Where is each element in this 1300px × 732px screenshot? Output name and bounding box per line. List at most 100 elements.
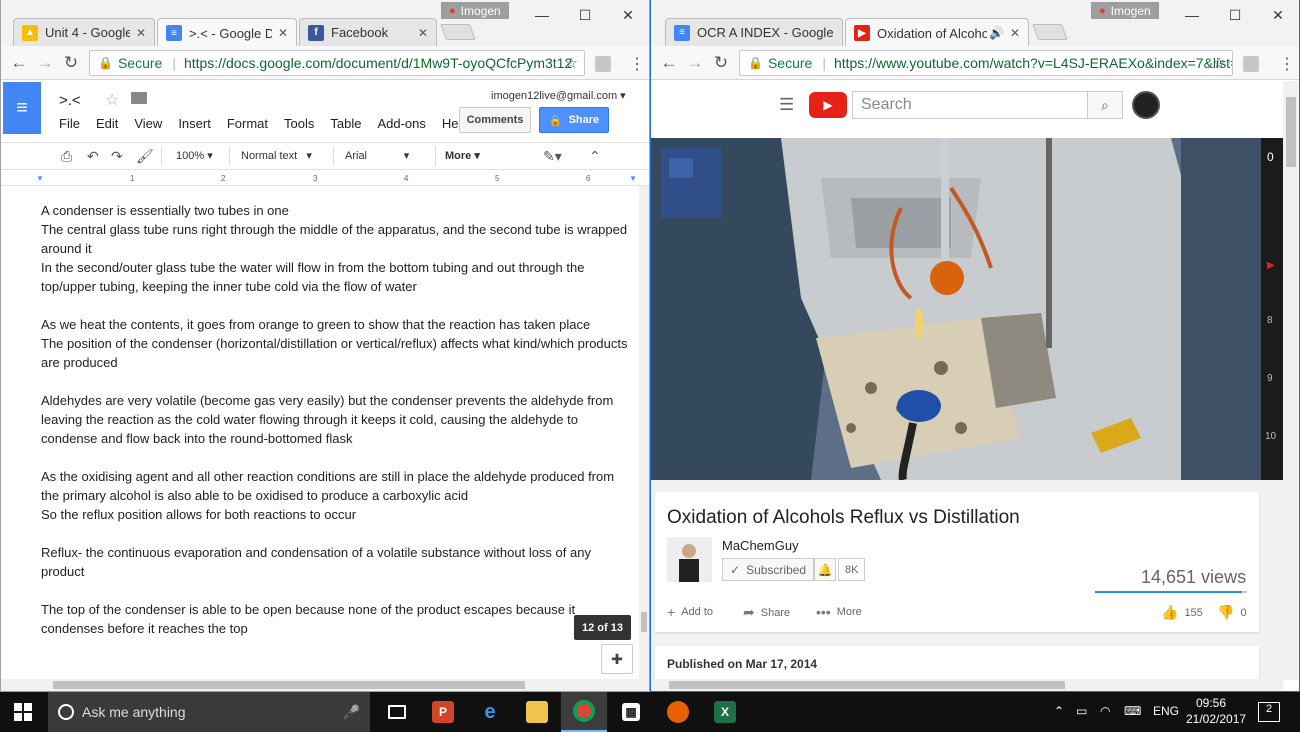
system-clock[interactable]: 09:56 21/02/2017 <box>1186 695 1246 727</box>
forward-icon[interactable]: → <box>35 53 55 73</box>
close-window-button[interactable]: ✕ <box>605 0 649 30</box>
tab-ocr-index[interactable]: ≡ OCR A INDEX - Google D <box>665 18 843 46</box>
new-tab-button[interactable] <box>1032 24 1068 40</box>
doc-paragraph[interactable]: Reflux- the continuous evaporation and c… <box>41 543 631 581</box>
indent-marker-icon[interactable]: ▼ <box>36 174 44 183</box>
bookmark-star-icon[interactable]: ☆ <box>1213 54 1226 72</box>
bookmark-star-icon[interactable]: ☆ <box>565 54 578 72</box>
more-actions-button[interactable]: ••• More <box>816 604 862 620</box>
document-canvas[interactable]: A condenser is essentially two tubes in … <box>1 186 641 680</box>
extension-icon[interactable] <box>1243 56 1259 72</box>
doc-horizontal-scrollbar[interactable] <box>1 679 649 691</box>
star-document-icon[interactable]: ☆ <box>105 90 119 110</box>
audio-playing-icon[interactable]: 🔊 <box>989 26 1004 40</box>
new-tab-button[interactable] <box>440 24 476 40</box>
undo-icon[interactable]: ↶ <box>87 148 99 165</box>
like-button[interactable]: 👍 155 <box>1161 604 1203 621</box>
playlist-number[interactable]: 10 <box>1265 431 1276 442</box>
user-avatar[interactable] <box>1132 91 1160 119</box>
add-to-button[interactable]: + Add to <box>667 604 713 620</box>
tab-facebook[interactable]: f Facebook ✕ <box>299 18 437 46</box>
windows-start-icon[interactable] <box>14 703 32 721</box>
microphone-icon[interactable]: 🎤 <box>343 704 360 721</box>
address-bar[interactable]: 🔒 Secure | https://www.youtube.com/watch… <box>739 50 1233 76</box>
share-video-button[interactable]: ➦ Share <box>743 604 790 621</box>
taskbar-excel[interactable]: X <box>702 692 748 732</box>
back-icon[interactable]: ← <box>9 53 29 73</box>
taskbar-store[interactable]: ▦ <box>608 692 654 732</box>
tab-youtube-active[interactable]: ▶ Oxidation of Alcohols 🔊 ✕ <box>845 18 1029 47</box>
doc-paragraph[interactable]: The central glass tube runs right throug… <box>41 220 631 258</box>
youtube-logo-icon[interactable]: ▶ <box>809 92 847 118</box>
add-comment-icon[interactable]: ✚ <box>601 644 633 674</box>
device-icon[interactable]: ▭ <box>1076 704 1087 718</box>
subscribe-button[interactable]: ✓ Subscribed <box>722 558 815 581</box>
input-language[interactable]: ENG <box>1153 704 1179 718</box>
close-tab-icon[interactable]: ✕ <box>1010 26 1020 40</box>
share-button[interactable]: 🔒 Share <box>539 107 609 133</box>
taskbar-chrome[interactable] <box>561 692 607 732</box>
notification-bell-icon[interactable]: 🔔 <box>814 558 836 581</box>
doc-paragraph[interactable]: So the reflux position allows for both r… <box>41 505 631 524</box>
account-email[interactable]: imogen12live@gmail.com ▾ <box>491 89 626 102</box>
reload-icon[interactable]: ↻ <box>61 53 81 73</box>
folder-icon[interactable] <box>131 92 147 104</box>
minimize-button[interactable]: — <box>519 0 565 30</box>
wifi-icon[interactable]: ◠ <box>1100 704 1110 718</box>
doc-vertical-scrollbar[interactable] <box>639 186 649 680</box>
minimize-button[interactable]: — <box>1169 0 1215 30</box>
doc-paragraph[interactable]: Aldehydes are very volatile (become gas … <box>41 391 631 448</box>
tab-docs-active[interactable]: ≡ >.< - Google Do ✕ <box>157 18 297 47</box>
search-input[interactable]: Search <box>852 91 1088 119</box>
scroll-thumb[interactable] <box>53 681 525 689</box>
tab-unit4[interactable]: ▲ Unit 4 - Google ✕ <box>13 18 155 46</box>
style-dropdown[interactable]: Normal text ▾ <box>241 149 312 162</box>
doc-paragraph[interactable]: The position of the condenser (horizonta… <box>41 334 631 372</box>
playlist-number[interactable]: 9 <box>1267 373 1273 384</box>
menu-view[interactable]: View <box>134 116 162 131</box>
reload-icon[interactable]: ↻ <box>711 53 731 73</box>
cortana-search-box[interactable]: Ask me anything 🎤 <box>48 692 370 732</box>
page-vertical-scrollbar[interactable] <box>1283 81 1299 680</box>
docs-home-icon[interactable]: ≡ <box>3 82 41 134</box>
dislike-button[interactable]: 👎 0 <box>1217 604 1247 621</box>
action-center-icon[interactable]: 2 <box>1258 702 1280 722</box>
font-dropdown[interactable]: Arial ▾ <box>345 149 409 162</box>
zoom-dropdown[interactable]: 100% ▾ <box>176 149 213 162</box>
chrome-menu-icon[interactable]: ⋮ <box>1279 54 1295 74</box>
profile-badge[interactable]: ● Imogen <box>1091 2 1159 19</box>
ruler[interactable]: ▼ 1 2 3 4 5 6 ▼ <box>1 172 649 186</box>
forward-icon[interactable]: → <box>685 53 705 73</box>
taskbar-firefox[interactable] <box>655 692 701 732</box>
menu-insert[interactable]: Insert <box>178 116 211 131</box>
menu-table[interactable]: Table <box>330 116 361 131</box>
editing-mode-icon[interactable]: ✎▾ <box>543 148 562 165</box>
back-icon[interactable]: ← <box>659 53 679 73</box>
maximize-button[interactable]: ☐ <box>1212 0 1258 30</box>
chrome-menu-icon[interactable]: ⋮ <box>629 54 645 74</box>
extension-icon[interactable] <box>595 56 611 72</box>
document-title[interactable]: >.< <box>59 92 81 109</box>
page-horizontal-scrollbar[interactable] <box>651 679 1283 691</box>
task-view-button[interactable] <box>374 692 420 732</box>
address-bar[interactable]: 🔒 Secure | https://docs.google.com/docum… <box>89 50 585 76</box>
menu-tools[interactable]: Tools <box>284 116 314 131</box>
doc-paragraph[interactable]: As we heat the contents, it goes from or… <box>41 315 631 334</box>
maximize-button[interactable]: ☐ <box>562 0 608 30</box>
doc-paragraph[interactable]: In the second/outer glass tube the water… <box>41 258 631 296</box>
paint-format-icon[interactable]: 🖌 <box>136 148 154 165</box>
print-icon[interactable]: ⎙ <box>61 148 72 165</box>
close-tab-icon[interactable]: ✕ <box>136 26 146 40</box>
menu-addons[interactable]: Add-ons <box>377 116 425 131</box>
close-tab-icon[interactable]: ✕ <box>278 26 288 40</box>
more-dropdown[interactable]: More ▾ <box>445 149 480 162</box>
menu-edit[interactable]: Edit <box>96 116 118 131</box>
video-player[interactable] <box>651 138 1261 480</box>
channel-name[interactable]: MaChemGuy <box>722 538 799 553</box>
doc-paragraph[interactable]: As the oxidising agent and all other rea… <box>41 467 631 505</box>
menu-format[interactable]: Format <box>227 116 268 131</box>
keyboard-icon[interactable]: ⌨ <box>1124 704 1141 718</box>
close-window-button[interactable]: ✕ <box>1255 0 1299 30</box>
comments-button[interactable]: Comments <box>459 107 531 133</box>
doc-paragraph[interactable]: The top of the condenser is able to be o… <box>41 600 631 638</box>
